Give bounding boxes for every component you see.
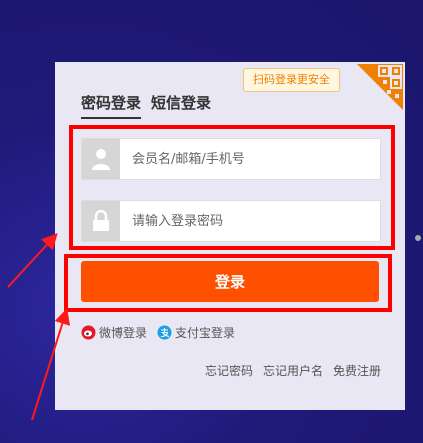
arrow-to-button <box>31 308 71 421</box>
arrow-to-fields <box>7 233 58 288</box>
annotation-arrows <box>7 233 71 421</box>
